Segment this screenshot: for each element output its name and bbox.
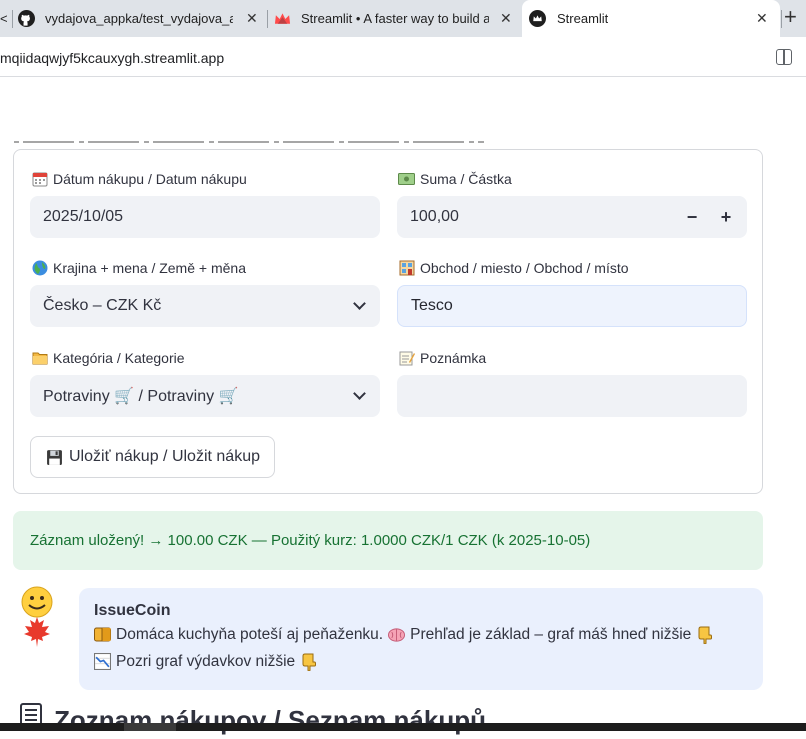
selected-category: Potraviny 🛒 / Potraviny 🛒 xyxy=(43,388,239,405)
close-icon[interactable]: ✕ xyxy=(756,10,768,27)
category-label: Kategória / Kategorie xyxy=(31,349,185,366)
amount-value: 100,00 xyxy=(410,208,459,225)
tab-github[interactable]: vydajova_appka/test_vydajova_ap ✕ xyxy=(18,0,266,37)
amount-stepper[interactable]: 100,00 − + xyxy=(397,196,747,238)
chart-decreasing-icon xyxy=(94,653,111,670)
tab-streamlit-app[interactable]: Streamlit ✕ xyxy=(522,0,780,37)
tab-separator xyxy=(267,10,268,28)
smiley-maple-leaf-icon xyxy=(21,586,53,647)
amount-label: Suma / Částka xyxy=(398,170,512,187)
assistant-message: IssueCoin Domáca kuchyňa poteší aj peňaž… xyxy=(79,588,763,690)
shop-label: Obchod / miesto / Obchod / místo xyxy=(398,259,629,276)
globe-icon xyxy=(31,259,48,276)
country-label: Krajina + mena / Země + měna xyxy=(31,259,246,276)
country-currency-select[interactable]: Česko – CZK Kč xyxy=(30,285,380,327)
close-icon[interactable]: ✕ xyxy=(246,10,258,27)
banknote-icon xyxy=(398,170,415,187)
folder-icon xyxy=(31,349,48,366)
close-icon[interactable]: ✕ xyxy=(500,10,512,27)
date-label: Dátum nákupu / Datum nákupu xyxy=(31,170,247,187)
wallet-icon xyxy=(94,626,111,643)
note-label: Poznámka xyxy=(398,349,486,366)
url-field[interactable]: mqiidaqwjyf5kcauxygh.streamlit.app xyxy=(0,50,224,66)
scrollbar-thumb[interactable] xyxy=(124,723,176,731)
pointing-down-icon xyxy=(696,626,713,644)
shop-icon xyxy=(398,259,415,276)
save-button-label: Uložiť nákup / Uložit nákup xyxy=(69,448,260,465)
new-tab-button[interactable]: + xyxy=(784,6,806,30)
success-message: Záznam uložený! → 100.00 CZK — Použitý k… xyxy=(30,532,591,549)
message-line: Pozri graf výdavkov nižšie xyxy=(94,648,748,675)
success-alert: Záznam uložený! → 100.00 CZK — Použitý k… xyxy=(13,511,763,570)
address-bar: mqiidaqwjyf5kcauxygh.streamlit.app xyxy=(0,37,806,77)
shop-input[interactable]: Tesco xyxy=(397,285,747,327)
tab-streamlit-website[interactable]: Streamlit • A faster way to build a ✕ xyxy=(274,0,522,37)
increment-button[interactable]: + xyxy=(709,196,743,238)
save-purchase-button[interactable]: Uložiť nákup / Uložit nákup xyxy=(30,436,275,478)
horizontal-scrollbar[interactable] xyxy=(0,723,806,731)
assistant-avatar xyxy=(19,586,55,648)
message-line: Domáca kuchyňa poteší aj peňaženku. Preh… xyxy=(94,621,748,648)
chevron-down-icon xyxy=(353,387,366,400)
pointing-down-icon xyxy=(300,653,317,671)
selected-country: Česko – CZK Kč xyxy=(43,297,162,314)
chevron-down-icon xyxy=(353,297,366,310)
streamlit-crown-icon xyxy=(529,10,546,27)
tab-separator xyxy=(781,10,782,28)
purchase-date-input[interactable]: 2025/10/05 xyxy=(30,196,380,238)
tab-title: vydajova_appka/test_vydajova_ap xyxy=(45,11,233,26)
decrement-button[interactable]: − xyxy=(675,196,709,238)
note-input[interactable] xyxy=(397,375,747,417)
github-icon xyxy=(18,10,35,27)
purchase-form: Dátum nákupu / Datum nákupu 2025/10/05 S… xyxy=(13,149,763,494)
purchases-list-heading: Zoznam nákupov / Seznam nákupů xyxy=(18,702,486,739)
memo-icon xyxy=(398,349,415,366)
category-select[interactable]: Potraviny 🛒 / Potraviny 🛒 xyxy=(30,375,380,417)
calendar-icon xyxy=(31,170,48,187)
clipped-text-line xyxy=(14,138,484,146)
tab-title: Streamlit xyxy=(557,11,609,26)
brain-icon xyxy=(388,626,406,643)
scroll-icon xyxy=(18,702,46,739)
tab-title: Streamlit • A faster way to build a xyxy=(301,11,489,26)
browser-tab-bar: < vydajova_appka/test_vydajova_ap ✕ Stre… xyxy=(0,0,806,37)
streamlit-icon xyxy=(274,10,291,27)
tab-previous-edge[interactable]: < xyxy=(0,0,8,37)
assistant-name: IssueCoin xyxy=(94,602,171,619)
floppy-disk-icon xyxy=(46,449,63,466)
split-view-icon[interactable] xyxy=(776,49,792,65)
tab-separator xyxy=(12,10,13,28)
